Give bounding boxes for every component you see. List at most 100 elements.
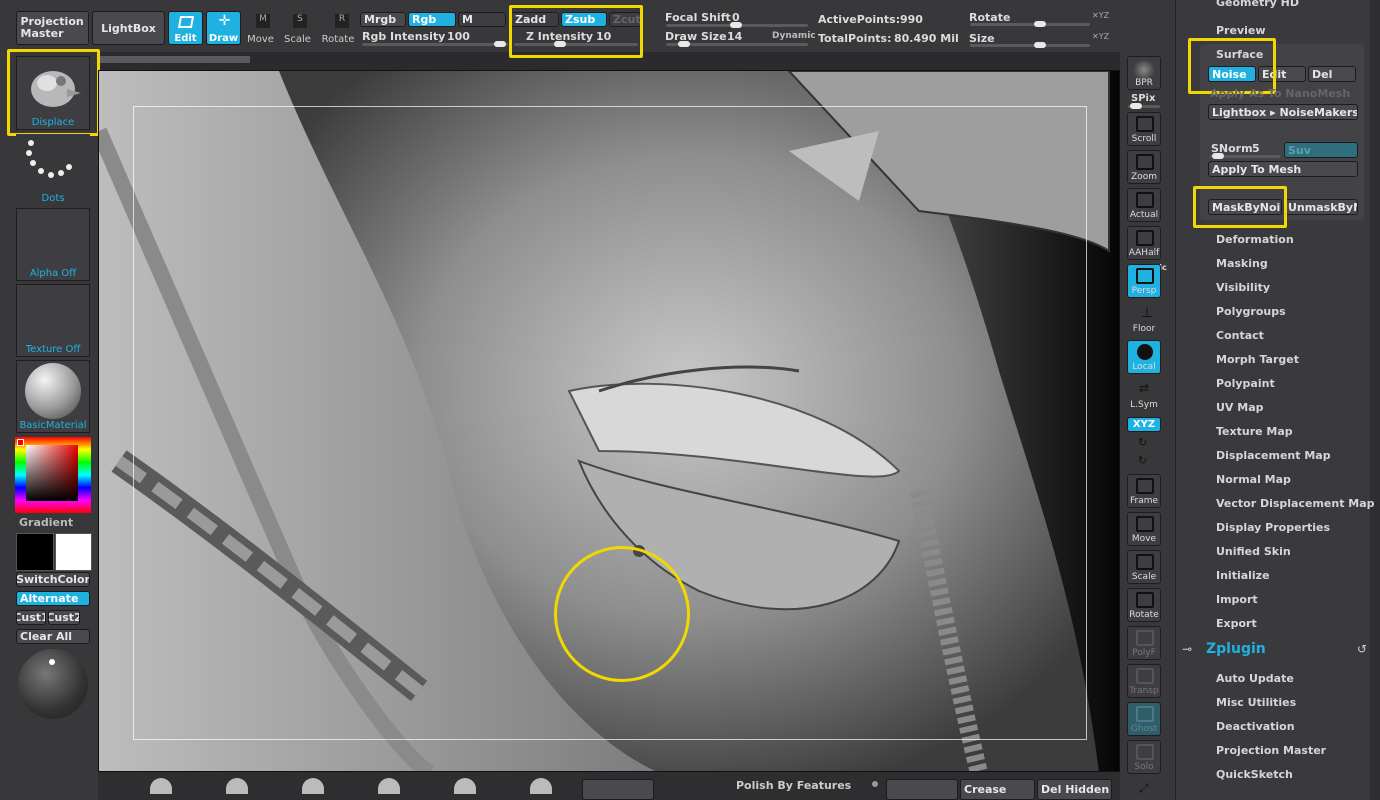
palette-item-displacement-map[interactable]: Displacement Map	[1216, 449, 1331, 462]
texture-tile[interactable]: Texture Off	[16, 284, 90, 357]
transp-button[interactable]: Transp	[1127, 664, 1161, 698]
reset-icon[interactable]: ↺	[1357, 642, 1367, 656]
scroll-button[interactable]: Scroll	[1127, 112, 1161, 146]
spix-slider[interactable]	[1128, 103, 1160, 109]
snorm-knob[interactable]	[1212, 153, 1224, 159]
thumb-slot-button[interactable]	[582, 779, 654, 800]
rotate-slider[interactable]	[970, 21, 1090, 27]
palette-item-vector-displacement-map[interactable]: Vector Displacement Map	[1216, 497, 1375, 510]
alpha-tile[interactable]: Alpha Off	[16, 208, 90, 281]
edit-button[interactable]: Edit	[168, 11, 203, 45]
apply-to-mesh-button[interactable]: Apply To Mesh	[1208, 161, 1358, 177]
focal-shift-slider[interactable]	[666, 22, 808, 28]
color-picker[interactable]	[15, 437, 91, 513]
zadd-button[interactable]: Zadd	[511, 12, 559, 27]
palette-scrollbar[interactable]	[1370, 0, 1380, 800]
move-button[interactable]: M Move	[244, 11, 277, 45]
rotation-axis-icon[interactable]: ↻	[1138, 436, 1147, 449]
lsym-button[interactable]: ⇄ L.Sym	[1127, 378, 1161, 412]
rotation-axis-icon-2[interactable]: ↻	[1138, 454, 1147, 467]
cust1-button[interactable]: Cust1	[16, 610, 46, 625]
plugin-item-quicksketch[interactable]: QuickSketch	[1216, 768, 1293, 781]
zcut-button[interactable]: Zcut	[609, 12, 641, 27]
bottom-brush-thumbnails[interactable]	[150, 778, 570, 794]
local-button[interactable]: Local	[1127, 340, 1161, 374]
xyz-button[interactable]: XYZ	[1127, 417, 1161, 432]
palette-item-contact[interactable]: Contact	[1216, 329, 1264, 342]
palette-item-uv-map[interactable]: UV Map	[1216, 401, 1264, 414]
lightbox-button[interactable]: LightBox	[92, 11, 165, 45]
mask-by-noise-button[interactable]: MaskByNoise	[1208, 199, 1282, 215]
stroke-dots-tile[interactable]: Dots	[16, 134, 90, 206]
zoom-button[interactable]: Zoom	[1127, 150, 1161, 184]
rgb-intensity-knob[interactable]	[494, 41, 506, 47]
z-intensity-slider[interactable]	[514, 41, 638, 47]
move-view-button[interactable]: Move	[1127, 512, 1161, 546]
alternate-button[interactable]: Alternate	[16, 591, 90, 606]
rgb-intensity-slider[interactable]	[362, 41, 508, 47]
palette-item-unified-skin[interactable]: Unified Skin	[1216, 545, 1291, 558]
dynamic-toggle[interactable]: Dynamic	[772, 31, 816, 41]
plugin-item-misc-utilities[interactable]: Misc Utilities	[1216, 696, 1296, 709]
secondary-color-swatch[interactable]	[55, 533, 92, 571]
scale-view-button[interactable]: Scale	[1127, 550, 1161, 584]
size-knob[interactable]	[1034, 42, 1046, 48]
noise-del-button[interactable]: Del	[1308, 66, 1356, 82]
thumb-icon[interactable]	[302, 778, 324, 794]
document-canvas[interactable]	[98, 70, 1120, 772]
zplugin-header[interactable]: Zplugin	[1206, 641, 1266, 657]
palette-item-export[interactable]: Export	[1216, 617, 1257, 630]
material-tile[interactable]: BasicMaterial	[16, 360, 90, 433]
snorm-slider[interactable]	[1210, 153, 1280, 159]
clear-all-button[interactable]: Clear All	[16, 629, 90, 644]
projection-master-button[interactable]: Projection Master	[16, 11, 89, 45]
frame-button[interactable]: Frame	[1127, 474, 1161, 508]
ghost-button[interactable]: Ghost	[1127, 702, 1161, 736]
thumb-icon[interactable]	[530, 778, 552, 794]
focal-shift-knob[interactable]	[730, 22, 742, 28]
main-color-swatch[interactable]	[16, 533, 54, 571]
preview-item[interactable]: Preview	[1216, 24, 1266, 37]
m-button[interactable]: M	[458, 12, 506, 27]
lightbox-noisemakers-button[interactable]: Lightbox ▸ NoiseMakers	[1208, 104, 1358, 120]
bpr-button[interactable]: BPR	[1127, 56, 1161, 90]
floor-button[interactable]: ⊥ Floor	[1127, 302, 1161, 336]
plugin-item-deactivation[interactable]: Deactivation	[1216, 720, 1295, 733]
scale-button[interactable]: S Scale	[281, 11, 314, 45]
solo-button[interactable]: Solo	[1127, 740, 1161, 774]
spix-knob[interactable]	[1130, 103, 1142, 109]
palette-item-morph-target[interactable]: Morph Target	[1216, 353, 1299, 366]
z-intensity-knob[interactable]	[554, 41, 566, 47]
switch-color-button[interactable]: SwitchColor	[16, 572, 90, 587]
noise-edit-button[interactable]: Edit	[1258, 66, 1306, 82]
thumb-icon[interactable]	[226, 778, 248, 794]
mrgb-button[interactable]: Mrgb	[360, 12, 406, 27]
palette-item-import[interactable]: Import	[1216, 593, 1258, 606]
suv-button[interactable]: Suv	[1284, 142, 1358, 158]
brush-displace-tile[interactable]: Displace	[16, 56, 90, 130]
del-hidden-button[interactable]: Del Hidden	[1037, 779, 1112, 800]
thumb-icon[interactable]	[454, 778, 476, 794]
polish-slot-button[interactable]	[886, 779, 958, 800]
rotate-knob[interactable]	[1034, 21, 1046, 27]
surface-header[interactable]: Surface	[1216, 48, 1263, 61]
color-picker-square[interactable]	[26, 445, 78, 501]
draw-button[interactable]: ✛ Draw	[206, 11, 241, 45]
extra-view-button[interactable]: ⤢	[1127, 778, 1161, 800]
plugin-item-auto-update[interactable]: Auto Update	[1216, 672, 1294, 685]
zsub-button[interactable]: Zsub	[561, 12, 607, 27]
palette-item-visibility[interactable]: Visibility	[1216, 281, 1270, 294]
actual-button[interactable]: Actual	[1127, 188, 1161, 222]
crease-button[interactable]: Crease	[960, 779, 1035, 800]
thumb-icon[interactable]	[150, 778, 172, 794]
rgb-button[interactable]: Rgb	[408, 12, 456, 27]
noise-button[interactable]: Noise	[1208, 66, 1256, 82]
draw-size-knob[interactable]	[678, 41, 690, 47]
polish-radio-icon[interactable]	[872, 781, 878, 787]
geometry-hd-item[interactable]: Geometry HD	[1216, 0, 1299, 9]
rotate-button[interactable]: R Rotate	[320, 11, 356, 45]
palette-item-masking[interactable]: Masking	[1216, 257, 1268, 270]
aahalf-button[interactable]: AAHalf	[1127, 226, 1161, 260]
palette-item-normal-map[interactable]: Normal Map	[1216, 473, 1291, 486]
polyf-button[interactable]: PolyF	[1127, 626, 1161, 660]
